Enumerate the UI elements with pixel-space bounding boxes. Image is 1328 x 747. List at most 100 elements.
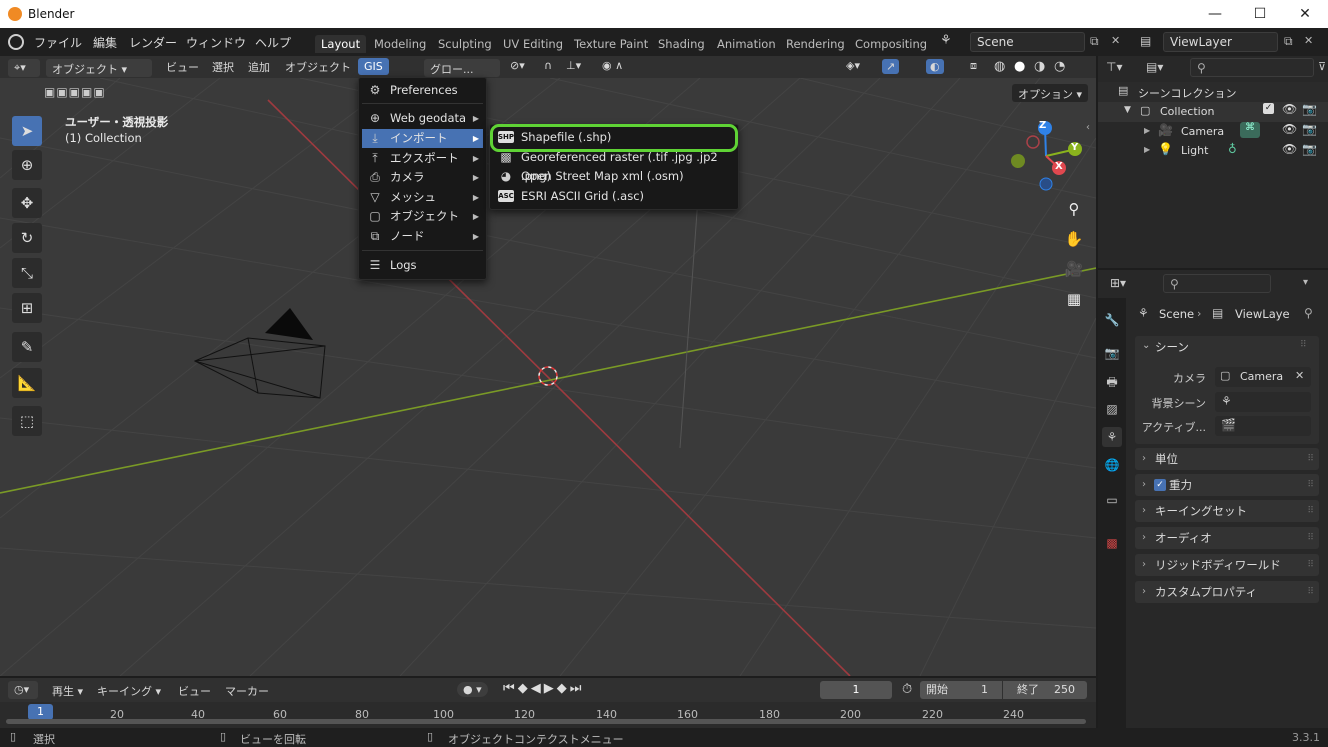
outliner-display-mode-icon[interactable]: ▤▾ (1146, 60, 1163, 74)
overlay-toggle-icon[interactable]: ◐ (926, 59, 944, 74)
editor-type-dropdown[interactable]: ⌖▾ (8, 59, 40, 77)
delete-viewlayer-icon[interactable]: ✕ (1304, 34, 1313, 47)
timeline-editor-type-icon[interactable]: ◷▾ (8, 681, 38, 699)
shading-material-icon[interactable]: ◑ (1034, 59, 1045, 74)
custom-properties-panel[interactable]: › カスタムプロパティ ⠿ (1135, 581, 1319, 603)
active-clip-field[interactable]: 🎬 (1215, 416, 1311, 436)
timeline-track[interactable]: 1 20 40 60 80 100 120 140 160 180 200 22… (0, 702, 1096, 728)
render-camera-icon[interactable]: 📷 (1302, 102, 1317, 116)
rigid-body-world-panel[interactable]: › リジッドボディワールド ⠿ (1135, 554, 1319, 576)
texture-tab-icon[interactable]: ▩ (1102, 533, 1122, 553)
scene-tab-icon[interactable]: ⚘ (1102, 427, 1122, 447)
delete-scene-icon[interactable]: ✕ (1111, 34, 1120, 47)
gis-logs-item[interactable]: ☰ Logs (362, 256, 483, 275)
cursor-tool-icon[interactable]: ⊕ (12, 150, 42, 180)
properties-editor-type-icon[interactable]: ⊞▾ (1110, 276, 1126, 290)
select-mode-icons[interactable]: ▣▣▣▣▣ (44, 85, 106, 99)
pin-icon[interactable]: ⚲ (1304, 306, 1313, 320)
autokey-record-icon[interactable]: ● ▾ (457, 682, 488, 697)
tool-tab-icon[interactable]: 🔧 (1102, 310, 1122, 330)
menu-playback[interactable]: 再生 ▾ (52, 683, 83, 699)
shading-rendered-icon[interactable]: ◔ (1054, 59, 1065, 74)
collection-label[interactable]: Collection (1160, 105, 1214, 118)
menu-render[interactable]: レンダー (129, 34, 177, 51)
menu-file[interactable]: ファイル (34, 34, 82, 51)
gizmo-y-label[interactable]: Y (1071, 142, 1078, 153)
blender-menu-icon[interactable] (8, 34, 24, 50)
new-viewlayer-icon[interactable]: ⧉ (1284, 34, 1293, 49)
gis-mesh-item[interactable]: ▽ メッシュ ▶ (362, 188, 483, 207)
outliner-filter-icon[interactable]: ⊽ (1318, 60, 1326, 73)
pivot-icon[interactable]: ⊘▾ (510, 59, 525, 72)
shading-wireframe-icon[interactable]: ◍ (994, 59, 1005, 74)
tab-uv-editing[interactable]: UV Editing (503, 37, 563, 51)
gravity-checkbox[interactable]: ✓ (1154, 479, 1166, 491)
gis-web-geodata-item[interactable]: ⊕ Web geodata ▶ (362, 109, 483, 128)
proportional-edit-icon[interactable]: ◉ ∧ (602, 59, 623, 72)
gizmo-z-label[interactable]: Z (1039, 120, 1046, 131)
scene-field[interactable]: Scene (970, 32, 1085, 52)
expand-arrow-icon[interactable]: ▶ (1144, 145, 1150, 154)
expand-arrow-icon[interactable]: ▼ (1124, 105, 1131, 115)
units-panel[interactable]: › 単位 ⠿ (1135, 448, 1319, 470)
world-tab-icon[interactable]: 🌐 (1102, 455, 1122, 475)
rotate-tool-icon[interactable]: ↻ (12, 223, 42, 253)
tab-modeling[interactable]: Modeling (374, 37, 426, 51)
collapse-arrow-icon[interactable]: ⌄ (1142, 340, 1150, 351)
playback-controls[interactable]: ⏮◆◀▶◆⏭ (503, 681, 584, 696)
tab-compositing[interactable]: Compositing (855, 37, 927, 51)
visibility-eye-icon[interactable]: 👁 (1282, 102, 1297, 116)
output-tab-icon[interactable]: 🖶 (1102, 372, 1122, 392)
minimize-button[interactable]: — (1200, 4, 1230, 24)
collection-tab-icon[interactable]: ▭ (1102, 490, 1122, 510)
menu-keying[interactable]: キーイング ▾ (97, 683, 161, 699)
tab-sculpting[interactable]: Sculpting (438, 37, 492, 51)
light-data-icon[interactable]: ♁ (1228, 142, 1237, 156)
tab-animation[interactable]: Animation (717, 37, 776, 51)
clear-camera-icon[interactable]: ✕ (1295, 369, 1304, 382)
select-box-tool-icon[interactable]: ➤ (12, 116, 42, 146)
camera-label[interactable]: Camera (1181, 125, 1224, 138)
visibility-eye-icon[interactable]: 👁 (1282, 122, 1297, 136)
gravity-panel[interactable]: › ✓ 重力 ⠿ (1135, 474, 1319, 496)
render-tab-icon[interactable]: 📷 (1102, 343, 1122, 363)
preview-range-icon[interactable]: ⏱ (902, 682, 912, 697)
panel-grip-icon[interactable]: ⠿ (1300, 340, 1307, 350)
scene-panel-title[interactable]: シーン (1155, 339, 1189, 355)
import-osm-item[interactable]: ◕ Open Street Map xml (.osm) (493, 167, 735, 186)
camera-data-icon[interactable]: ⌘ (1240, 122, 1260, 138)
transform-orientation-dropdown[interactable]: グロー... (424, 59, 500, 77)
pan-hand-icon[interactable]: ✋ (1061, 226, 1087, 252)
exclude-checkbox[interactable]: ✓ (1263, 103, 1274, 114)
keying-sets-panel[interactable]: › キーイングセット ⠿ (1135, 500, 1319, 522)
menu-marker[interactable]: マーカー (225, 683, 269, 699)
start-frame-field[interactable]: 開始 1 (920, 681, 1002, 699)
perspective-grid-icon[interactable]: ▦ (1061, 286, 1087, 312)
annotate-tool-icon[interactable]: ✎ (12, 332, 42, 362)
gizmo-toggle-icon[interactable]: ↗ (882, 59, 900, 74)
menu-object[interactable]: オブジェクト (285, 59, 351, 75)
gis-export-item[interactable]: ⤒ エクスポート ▶ (362, 149, 483, 168)
visibility-icon[interactable]: ◈▾ (846, 59, 860, 72)
menu-timeline-view[interactable]: ビュー (178, 683, 211, 699)
menu-view[interactable]: ビュー (166, 59, 199, 75)
tab-rendering[interactable]: Rendering (786, 37, 845, 51)
current-frame-field[interactable]: 1 (820, 681, 892, 699)
snap-icon[interactable]: ∩ (544, 59, 552, 72)
menu-edit[interactable]: 編集 (93, 34, 117, 51)
tab-layout[interactable]: Layout (315, 35, 367, 53)
options-dropdown[interactable]: オプション ▾ (1012, 84, 1089, 102)
import-asc-item[interactable]: ASC ESRI ASCII Grid (.asc) (493, 187, 735, 206)
render-camera-icon[interactable]: 📷 (1302, 142, 1317, 156)
viewlayer-icon[interactable]: ▤ (1140, 34, 1151, 48)
gizmo-x-label[interactable]: X (1055, 161, 1063, 172)
end-frame-field[interactable]: 終了 250 (1003, 681, 1087, 699)
gis-object-item[interactable]: ▢ オブジェクト ▶ (362, 207, 483, 226)
xray-icon[interactable]: ⧈ (970, 59, 977, 73)
measure-tool-icon[interactable]: 📐 (12, 368, 42, 398)
properties-search-input[interactable]: ⚲ (1163, 274, 1271, 293)
view-layer-tab-icon[interactable]: ▨ (1102, 399, 1122, 419)
shading-solid-icon[interactable]: ● (1014, 59, 1025, 74)
maximize-button[interactable]: ☐ (1245, 4, 1275, 24)
gis-node-item[interactable]: ⧉ ノード ▶ (362, 227, 483, 246)
